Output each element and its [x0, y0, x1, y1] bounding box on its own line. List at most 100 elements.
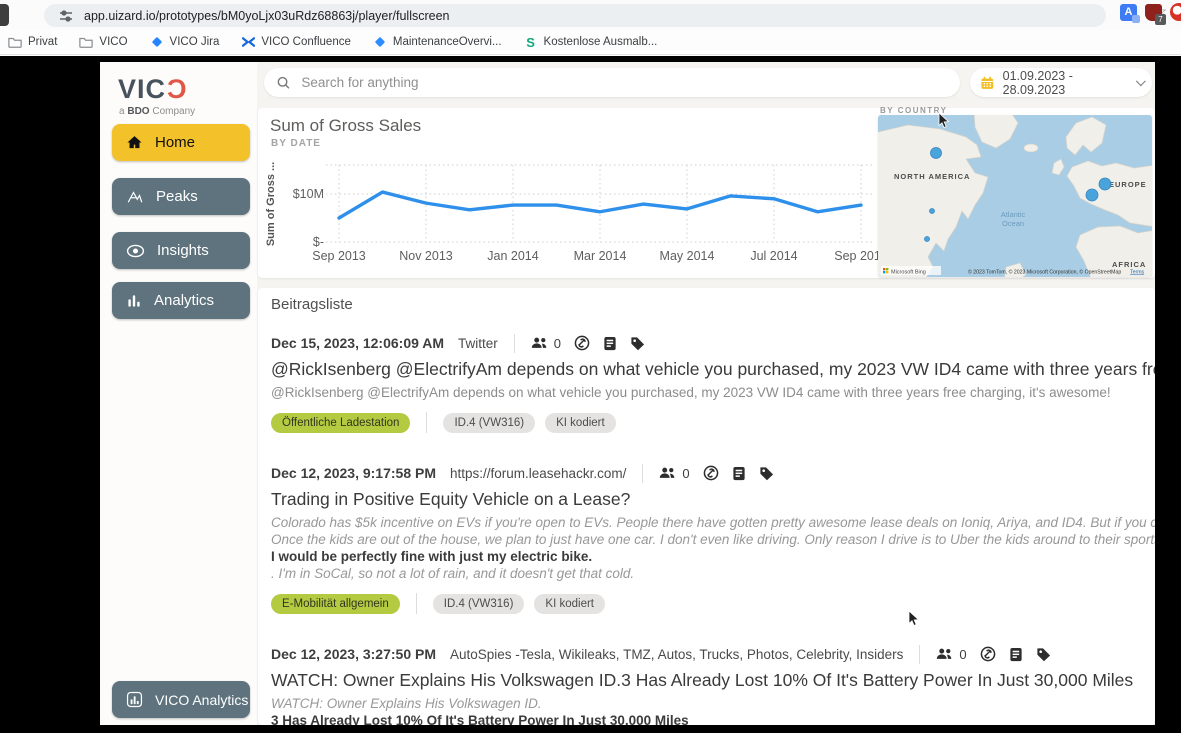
sidebar-footer-vico-analytics[interactable]: VICO Analytics [112, 681, 250, 718]
svg-text:May 2014: May 2014 [660, 249, 715, 263]
map-label: BY COUNTRY [880, 106, 947, 115]
sidebar-item-label: Peaks [156, 188, 198, 205]
post-date: Dec 15, 2023, 12:06:09 AM [271, 335, 444, 351]
divider [416, 593, 417, 614]
topic-tag[interactable]: E-Mobilität allgemein [271, 594, 400, 614]
book-icon [1009, 647, 1023, 662]
bookmark-item[interactable]: MaintenanceOvervi... [373, 35, 502, 49]
peaks-icon [126, 189, 144, 205]
bookmark-item[interactable]: VICO Confluence [241, 35, 351, 49]
bookmark-item[interactable]: VICO [79, 35, 127, 49]
post-headline[interactable]: Trading in Positive Equity Vehicle on a … [271, 489, 1155, 510]
bookmark-label: MaintenanceOvervi... [393, 36, 502, 48]
post-headline[interactable]: WATCH: Owner Explains His Volkswagen ID.… [271, 670, 1155, 691]
post-item: Dec 12, 2023, 3:27:50 PM AutoSpies -Tesl… [271, 644, 1155, 725]
logo-main: VIC [118, 74, 166, 104]
search-input[interactable] [301, 75, 948, 90]
bookmark-item[interactable]: VICO Jira [150, 35, 220, 49]
post-source[interactable]: AutoSpies -Tesla, Wikileaks, TMZ, Autos,… [450, 647, 903, 662]
post-item: Dec 15, 2023, 12:06:09 AM Twitter 0 @Ric… [271, 333, 1155, 433]
search-icon [276, 75, 291, 91]
post-meta: Dec 12, 2023, 9:17:58 PM https://forum.l… [271, 463, 1155, 483]
audience-icon [936, 647, 954, 661]
post-source[interactable]: Twitter [458, 336, 498, 351]
post-body: Colorado has $5k incentive on EVs if you… [271, 514, 1155, 582]
bookmark-icon: S [524, 35, 538, 49]
extension-badge: 7 [1155, 14, 1166, 25]
meta-tag[interactable]: KI kodiert [545, 413, 616, 433]
map-terms-link[interactable]: Terms [1130, 270, 1145, 276]
bookmark-label: Privat [28, 36, 57, 48]
tag-icon [1036, 647, 1051, 662]
search-bar[interactable] [264, 68, 960, 97]
eye-icon [126, 244, 145, 258]
country-map[interactable]: NORTH AMERICA EUROPE AFRICA Atlantic Oce… [878, 115, 1152, 277]
map-canvas[interactable]: NORTH AMERICA EUROPE AFRICA Atlantic Oce… [878, 115, 1152, 277]
date-range-picker[interactable]: 01.09.2023 - 28.09.2023 [970, 68, 1152, 97]
post-item: Dec 12, 2023, 9:17:58 PM https://forum.l… [271, 463, 1155, 614]
bookmark-label: VICO Jira [170, 36, 220, 48]
sidebar-item-insights[interactable]: Insights [112, 232, 250, 269]
sidebar-item-analytics[interactable]: Analytics [112, 282, 250, 319]
audience-count: 0 [959, 647, 966, 662]
window-edge [0, 4, 9, 26]
sidebar-item-peaks[interactable]: Peaks [112, 178, 250, 215]
book-icon [603, 336, 617, 351]
svg-text:Sum of Gross ...: Sum of Gross ... [265, 162, 277, 246]
post-tags: E-Mobilität allgemein ID.4 (VW316) KI kodi… [271, 593, 1155, 614]
map-attribution: © 2023 TomTom, © 2023 Microsoft Corporat… [968, 269, 1121, 276]
audience-count: 0 [682, 466, 689, 481]
meta-tag[interactable]: KI kodiert [534, 594, 605, 614]
post-date: Dec 12, 2023, 9:17:58 PM [271, 465, 436, 481]
bookmark-item[interactable]: Privat [8, 35, 57, 49]
post-meta: Dec 12, 2023, 3:27:50 PM AutoSpies -Tesl… [271, 644, 1155, 664]
bookmark-item[interactable]: S Kostenlose Ausmalb... [524, 35, 658, 49]
topic-tag[interactable]: Öffentliche Ladestation [271, 413, 410, 433]
adblock-extension-icon[interactable]: 7 [1145, 4, 1162, 21]
audience-icon [659, 466, 677, 480]
posts-card: Beitragsliste Dec 15, 2023, 12:06:09 AM … [258, 288, 1155, 725]
bookmark-icon [373, 35, 387, 49]
map-brand: Microsoft Bing [891, 270, 926, 276]
bookmark-label: VICO [99, 36, 127, 48]
svg-text:Jan 2014: Jan 2014 [487, 249, 538, 263]
post-source[interactable]: https://forum.leasehackr.com/ [450, 466, 626, 481]
stage: app.uizard.io/prototypes/bM0yoLjx03uRdz6… [0, 0, 1181, 733]
browser-toolbar: app.uizard.io/prototypes/bM0yoLjx03uRdz6… [0, 0, 1181, 30]
post-body-line: . I'm in SoCal, so not a lot of rain, an… [271, 565, 1155, 582]
bookmark-label: VICO Confluence [261, 36, 351, 48]
svg-text:Jul 2014: Jul 2014 [750, 249, 797, 263]
date-range-text: 01.09.2023 - 28.09.2023 [1003, 69, 1128, 97]
posts-list: Dec 15, 2023, 12:06:09 AM Twitter 0 @Ric… [271, 333, 1155, 725]
svg-text:Sep 2013: Sep 2013 [312, 249, 366, 263]
tag-icon [759, 466, 774, 481]
logo-accent: C [166, 74, 187, 105]
sidebar-item-home[interactable]: Home [112, 124, 250, 161]
calendar-icon [980, 75, 995, 91]
bookmarks-bar: Privat VICO VICO Jira VICO Confluence Ma… [0, 30, 1181, 55]
post-date: Dec 12, 2023, 3:27:50 PM [271, 646, 436, 662]
url-text[interactable]: app.uizard.io/prototypes/bM0yoLjx03uRdz6… [84, 9, 450, 23]
post-body: WATCH: Owner Explains His Volkswagen ID.… [271, 695, 1155, 725]
meta-tag[interactable]: ID.4 (VW316) [433, 594, 525, 614]
post-headline[interactable]: @RickIsenberg @ElectrifyAm depends on wh… [271, 359, 1155, 380]
tag-icon [630, 336, 645, 351]
svg-text:$10M: $10M [293, 187, 324, 201]
meta-tag[interactable]: ID.4 (VW316) [443, 413, 535, 433]
post-body-line: WATCH: Owner Explains His Volkswagen ID. [271, 695, 1155, 712]
profile-avatar[interactable] [1170, 3, 1181, 21]
bar-chart-icon [126, 293, 142, 309]
site-settings-icon[interactable] [58, 8, 74, 24]
post-body: @RickIsenberg @ElectrifyAm depends on wh… [271, 384, 1155, 401]
post-tags: Öffentliche Ladestation ID.4 (VW316) KI ko… [271, 412, 1155, 433]
link-icon [703, 465, 719, 481]
map-label-europe: EUROPE [1109, 180, 1147, 189]
map-label-africa: AFRICA [1112, 260, 1146, 269]
sidebar-footer-label: VICO Analytics [155, 692, 248, 708]
url-bar[interactable]: app.uizard.io/prototypes/bM0yoLjx03uRdz6… [44, 4, 1106, 27]
divider [426, 412, 427, 433]
svg-text:Nov 2013: Nov 2013 [399, 249, 453, 263]
translate-extension-icon[interactable]: A [1120, 4, 1137, 21]
sidebar-item-label: Insights [157, 242, 209, 259]
bookmark-icon [241, 35, 255, 49]
